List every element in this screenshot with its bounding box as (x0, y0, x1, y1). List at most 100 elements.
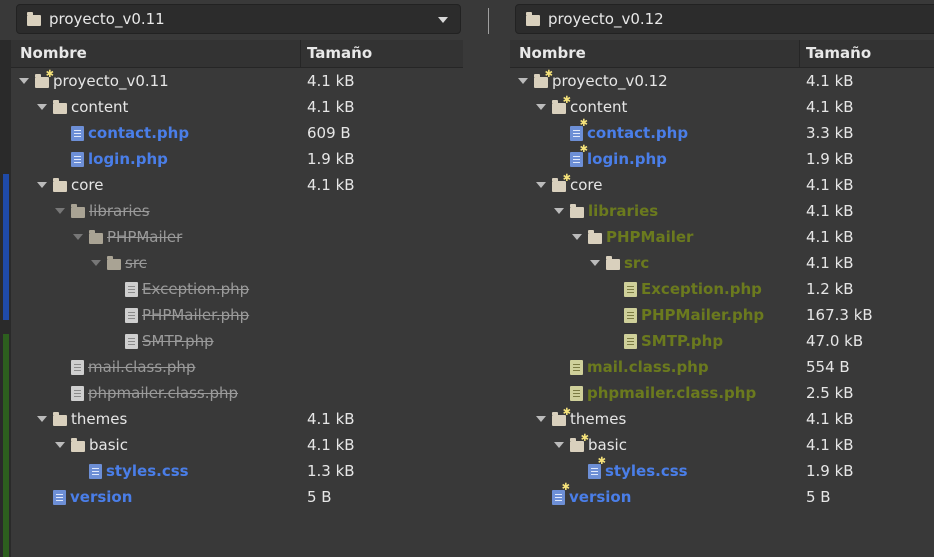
tree-row-size: 4.1 kB (806, 254, 854, 272)
tree-row[interactable]: login.php 1.9 kB (11, 146, 463, 172)
file-icon (624, 281, 637, 297)
tree-row-size: 2.5 kB (806, 384, 854, 402)
expander-arrow-icon[interactable] (37, 416, 47, 422)
tree-row[interactable]: ✱ proyecto_v0.11 4.1 kB (11, 68, 463, 94)
tree-row-label: src (125, 254, 147, 272)
modified-emblem-icon: ✱ (579, 117, 588, 129)
tree-row-size: 5 B (806, 488, 831, 506)
tree-row[interactable]: core 4.1 kB (11, 172, 463, 198)
tree-row-name: PHPMailer (73, 228, 182, 246)
expander-arrow-icon[interactable] (37, 104, 47, 110)
tree-row[interactable]: content 4.1 kB (11, 94, 463, 120)
chevron-down-icon[interactable] (438, 17, 448, 23)
tree-row[interactable]: PHPMailer 4.1 kB (510, 224, 934, 250)
expander-arrow-icon[interactable] (518, 78, 528, 84)
tree-row[interactable]: contact.php 609 B (11, 120, 463, 146)
expander-arrow-icon[interactable] (37, 182, 47, 188)
tree-row[interactable]: basic 4.1 kB (11, 432, 463, 458)
tree-row[interactable]: themes 4.1 kB (11, 406, 463, 432)
tree-row[interactable]: ✱ contact.php 3.3 kB (510, 117, 934, 146)
tree-row-name: PHPMailer (572, 228, 693, 246)
expander-arrow-icon[interactable] (55, 442, 65, 448)
expander-arrow-icon[interactable] (19, 78, 29, 84)
tree-row[interactable]: version 5 B (11, 484, 463, 510)
tree-row[interactable]: SMTP.php 47.0 kB (510, 328, 934, 354)
right-folder-picker[interactable]: proyecto_v0.12 (515, 4, 934, 34)
tree-row[interactable]: ✱ content 4.1 kB (510, 94, 934, 120)
tree-row-name: content (37, 98, 128, 116)
tree-row[interactable]: libraries (11, 198, 463, 224)
expander-arrow-icon[interactable] (91, 260, 101, 266)
tree-row-size: 4.1 kB (806, 202, 854, 220)
column-separator[interactable] (300, 40, 301, 67)
left-folder-picker[interactable]: proyecto_v0.11 (16, 4, 461, 34)
tree-row[interactable]: libraries 4.1 kB (510, 198, 934, 224)
column-separator[interactable] (799, 40, 800, 67)
tree-row-label: login.php (587, 150, 667, 168)
folder-icon (588, 229, 602, 244)
file-icon (624, 307, 637, 323)
tree-row-name: phpmailer.class.php (55, 384, 238, 402)
folder-icon (53, 177, 67, 192)
tree-row[interactable]: ✱ proyecto_v0.12 4.1 kB (510, 68, 934, 94)
modified-emblem-icon: ✱ (562, 94, 571, 106)
tree-row-size: 4.1 kB (806, 176, 854, 194)
gutter-changed-marker[interactable] (3, 174, 9, 320)
tree-row-size: 4.1 kB (806, 72, 854, 90)
expander-arrow-icon[interactable] (590, 260, 600, 266)
expander-arrow-icon[interactable] (73, 234, 83, 240)
tree-row[interactable]: ✱ core 4.1 kB (510, 172, 934, 198)
tree-row-name: PHPMailer.php (608, 306, 764, 324)
tree-row[interactable]: styles.css 1.3 kB (11, 458, 463, 484)
tree-row[interactable]: src (11, 250, 463, 276)
tree-row[interactable]: PHPMailer.php (11, 302, 463, 328)
column-header-size[interactable]: Tamaño (307, 44, 372, 62)
expander-arrow-icon[interactable] (536, 182, 546, 188)
tree-row-name: login.php (55, 150, 168, 168)
tree-row-name: ✱ version (536, 482, 632, 506)
modified-emblem-icon: ✱ (580, 432, 589, 444)
tree-row[interactable]: Exception.php 1.2 kB (510, 276, 934, 302)
tree-row[interactable]: PHPMailer.php 167.3 kB (510, 302, 934, 328)
tree-row[interactable]: ✱ styles.css 1.9 kB (510, 456, 934, 484)
expander-arrow-icon[interactable] (55, 208, 65, 214)
tree-row[interactable]: Exception.php (11, 276, 463, 302)
tree-row[interactable]: PHPMailer (11, 224, 463, 250)
tree-row[interactable]: phpmailer.class.php 2.5 kB (510, 380, 934, 406)
column-header-size[interactable]: Tamaño (806, 44, 871, 62)
expander-arrow-icon[interactable] (554, 442, 564, 448)
file-icon: ✱ (552, 482, 570, 505)
tree-row-label: version (569, 488, 632, 506)
tree-row-name: mail.class.php (554, 358, 709, 376)
tree-row-size: 4.1 kB (806, 410, 854, 428)
tree-row-label: themes (71, 410, 128, 428)
expander-arrow-icon[interactable] (536, 416, 546, 422)
expander-arrow-icon[interactable] (572, 234, 582, 240)
gutter-added-marker[interactable] (3, 334, 9, 557)
tree-row[interactable]: src 4.1 kB (510, 250, 934, 276)
tree-row[interactable]: mail.class.php (11, 354, 463, 380)
tree-row-size: 1.3 kB (307, 462, 355, 480)
tree-row-label: styles.css (605, 462, 688, 480)
diff-gutter (0, 40, 11, 557)
expander-arrow-icon[interactable] (554, 208, 564, 214)
column-header-name[interactable]: Nombre (20, 44, 87, 62)
left-pane: proyecto_v0.11 Nombre Tamaño ✱ proyecto_v… (11, 0, 463, 557)
file-icon (53, 489, 66, 505)
tree-row-name: ✱ content (536, 94, 627, 116)
modified-emblem-icon: ✱ (579, 143, 588, 155)
tree-row-label: PHPMailer.php (142, 306, 250, 324)
tree-row[interactable]: ✱ basic 4.1 kB (510, 432, 934, 458)
column-header-name[interactable]: Nombre (519, 44, 586, 62)
tree-row-size: 609 B (307, 124, 351, 142)
tree-row[interactable]: phpmailer.class.php (11, 380, 463, 406)
expander-arrow-icon[interactable] (536, 104, 546, 110)
tree-row[interactable]: ✱ login.php 1.9 kB (510, 143, 934, 172)
tree-row[interactable]: mail.class.php 554 B (510, 354, 934, 380)
tree-row-label: src (624, 254, 650, 272)
tree-row[interactable]: ✱ version 5 B (510, 482, 934, 510)
left-file-tree: ✱ proyecto_v0.11 4.1 kB content 4.1 kB contac… (11, 68, 463, 510)
tree-row[interactable]: SMTP.php (11, 328, 463, 354)
file-icon (89, 463, 102, 479)
tree-row[interactable]: ✱ themes 4.1 kB (510, 406, 934, 432)
